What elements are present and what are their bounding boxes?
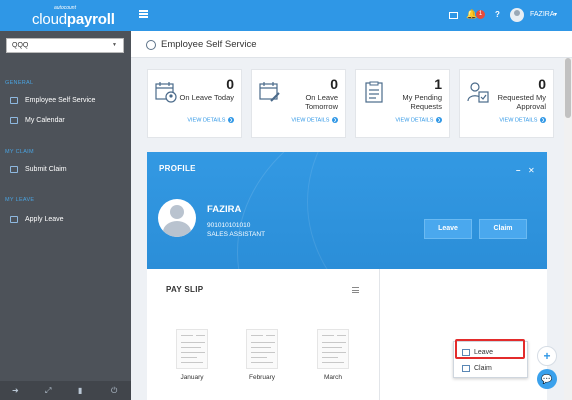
arrow-right-icon: ❯ — [332, 117, 338, 123]
card-label: My Pending Requests — [402, 93, 442, 111]
close-icon[interactable]: ✕ — [528, 166, 535, 175]
user-menu-name[interactable]: FAZIRA — [530, 11, 555, 18]
payslip-panel: PAY SLIP January February March — [147, 269, 380, 400]
view-details-link[interactable]: VIEW DETAILS ❯ — [499, 117, 546, 123]
highlight-box — [455, 339, 525, 359]
fullscreen-icon[interactable]: ⤢ — [45, 386, 51, 396]
sidebar: QQQ ▼ GENERAL Employee Self Service My C… — [0, 31, 131, 400]
sidebar-section-my-claim: MY CLAIM — [5, 149, 34, 155]
sidebar-footer: ➜ ⤢ ▮ ⏻ — [0, 381, 131, 400]
menu-toggle-icon[interactable] — [139, 10, 148, 18]
profile-avatar — [158, 199, 196, 237]
arrow-right-icon: ❯ — [436, 117, 442, 123]
avatar-body — [163, 221, 191, 237]
payslip-thumbnail-february[interactable] — [246, 329, 278, 369]
card-value: 0 — [226, 76, 234, 92]
power-icon[interactable]: ⏻ — [111, 386, 117, 396]
user-avatar[interactable] — [510, 8, 524, 22]
mail-icon[interactable] — [449, 12, 458, 19]
view-details-link[interactable]: VIEW DETAILS ❯ — [187, 117, 234, 123]
scrollbar-thumb[interactable] — [565, 58, 571, 118]
card-on-leave-today: 0 On Leave Today VIEW DETAILS ❯ — [147, 69, 242, 138]
card-value: 1 — [434, 76, 442, 92]
profile-panel: PROFILE – ✕ FAZIRA 901010101010 SALES AS… — [147, 152, 547, 269]
side-panel — [380, 269, 547, 400]
chevron-down-icon: ▼ — [112, 42, 117, 48]
leave-button[interactable]: Leave — [424, 219, 472, 239]
dashboard-icon — [10, 96, 18, 104]
sidebar-section-general: GENERAL — [5, 80, 34, 86]
card-value: 0 — [538, 76, 546, 92]
card-label: Requested My Approval — [497, 93, 546, 111]
claim-icon — [10, 165, 18, 173]
profile-position: SALES ASSISTANT — [207, 231, 266, 238]
company-select-value: QQQ — [12, 42, 29, 49]
notification-badge: 1 — [476, 10, 485, 19]
view-details-link[interactable]: VIEW DETAILS ❯ — [395, 117, 442, 123]
sidebar-section-my-leave: MY LEAVE — [5, 197, 35, 203]
logout-icon[interactable]: ➜ — [12, 386, 19, 395]
sidebar-item-my-calendar[interactable]: My Calendar — [10, 115, 65, 127]
list-menu-icon[interactable] — [352, 287, 359, 293]
card-value: 0 — [330, 76, 338, 92]
help-icon[interactable]: ? — [495, 10, 500, 19]
sidebar-item-submit-claim[interactable]: Submit Claim — [10, 164, 67, 176]
chat-icon[interactable]: 💬 — [537, 369, 557, 389]
page-scrollbar[interactable] — [564, 58, 572, 400]
logo-brand: cloudpayroll — [32, 11, 115, 28]
minimize-icon[interactable]: – — [516, 166, 520, 175]
top-bar: autocount cloudpayroll 🔔 1 ? FAZIRA ▾ — [0, 0, 572, 31]
chevron-down-icon[interactable]: ▾ — [554, 11, 557, 18]
payslip-month[interactable]: February — [240, 374, 284, 381]
profile-employee-id: 901010101010 — [207, 222, 251, 229]
page-header: Employee Self Service — [131, 31, 572, 58]
dashboard-icon — [146, 40, 156, 50]
avatar-head — [170, 205, 184, 219]
profile-name: FAZIRA — [207, 204, 242, 215]
sidebar-item-employee-self-service[interactable]: Employee Self Service — [10, 95, 95, 107]
company-select[interactable]: QQQ ▼ — [6, 38, 124, 53]
quick-action-claim[interactable]: Claim — [462, 363, 492, 375]
payslip-month[interactable]: March — [311, 374, 355, 381]
lock-icon[interactable]: ▮ — [78, 386, 82, 395]
card-on-leave-tomorrow: 0 On Leave Tomorrow VIEW DETAILS ❯ — [251, 69, 346, 138]
payslip-month[interactable]: January — [170, 374, 214, 381]
decorative-arc — [307, 152, 547, 269]
view-details-link[interactable]: VIEW DETAILS ❯ — [291, 117, 338, 123]
profile-title: PROFILE — [159, 164, 196, 173]
page-title: Employee Self Service — [161, 39, 257, 50]
arrow-right-icon: ❯ — [228, 117, 234, 123]
add-icon[interactable]: + — [537, 346, 557, 366]
claim-button[interactable]: Claim — [479, 219, 527, 239]
payslip-thumbnail-march[interactable] — [317, 329, 349, 369]
card-requested-my-approval: 0 Requested My Approval VIEW DETAILS ❯ — [459, 69, 554, 138]
card-label: On Leave Tomorrow — [305, 93, 338, 111]
arrow-right-icon: ❯ — [540, 117, 546, 123]
payslip-title: PAY SLIP — [166, 285, 204, 294]
claim-icon — [462, 364, 470, 372]
leave-icon — [10, 215, 18, 223]
card-label: On Leave Today — [179, 93, 235, 102]
sidebar-item-apply-leave[interactable]: Apply Leave — [10, 214, 64, 226]
card-my-pending-requests: 1 My Pending Requests VIEW DETAILS ❯ — [355, 69, 450, 138]
calendar-icon — [10, 116, 18, 124]
payslip-thumbnail-january[interactable] — [176, 329, 208, 369]
